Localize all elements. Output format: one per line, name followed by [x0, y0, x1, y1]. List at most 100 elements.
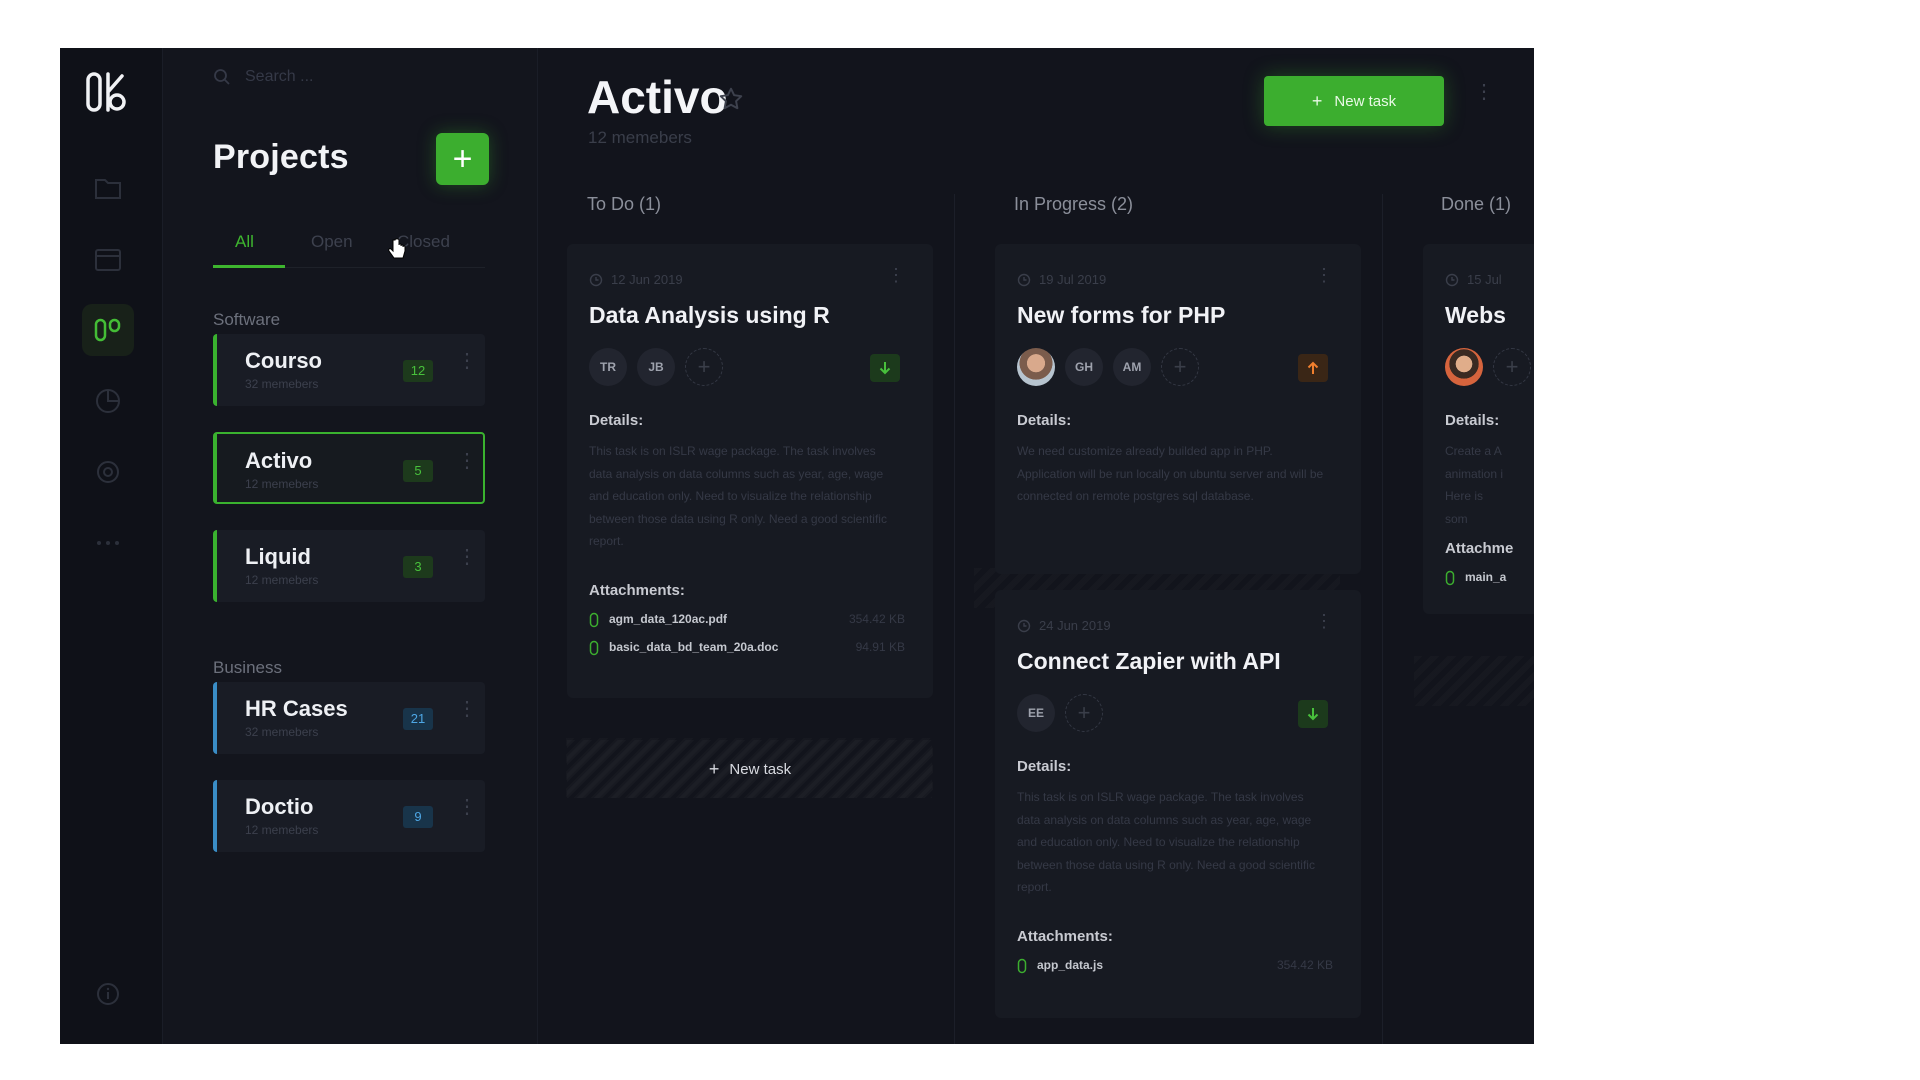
new-task-button[interactable]: + New task [1264, 76, 1444, 126]
task-assignees: TR JB + [589, 348, 723, 386]
attachment-item[interactable]: main_a [1445, 568, 1534, 588]
project-name: Courso [245, 348, 322, 373]
project-more-icon[interactable]: ⋮ [457, 699, 477, 732]
project-card-liquid[interactable]: Liquid 12 memebers 3 ⋮ [213, 530, 485, 602]
avatar[interactable]: TR [589, 348, 627, 386]
avatar[interactable]: GH [1065, 348, 1103, 386]
board-icon[interactable] [82, 304, 134, 356]
attachment-name: app_data.js [1037, 958, 1104, 972]
projects-title: Projects [213, 138, 349, 176]
details-label: Details: [589, 412, 644, 429]
tab-open[interactable]: Open [311, 232, 353, 252]
project-more-icon[interactable]: ⋮ [457, 351, 477, 384]
project-members: 12 memebers [245, 477, 319, 491]
info-icon[interactable] [82, 968, 134, 1020]
details-label: Details: [1445, 412, 1500, 429]
column-divider [1382, 194, 1383, 1044]
project-members: 32 memebers [245, 377, 319, 391]
task-title: Data Analysis using R [589, 302, 830, 328]
board-title: Activo [587, 71, 728, 123]
attachment-size: 94.91 KB [855, 640, 905, 654]
task-date: 12 Jun 2019 [589, 272, 683, 287]
task-card-data-analysis[interactable]: 12 Jun 2019 ⋮ Data Analysis using R TR J… [567, 244, 933, 698]
add-assignee-button[interactable]: + [685, 348, 723, 386]
hand-cursor-icon [388, 238, 406, 265]
search-input[interactable]: Search ... [245, 68, 313, 86]
plus-icon: + [1311, 90, 1323, 111]
plus-icon: + [708, 758, 720, 779]
task-card-new-forms-php[interactable]: 19 Jul 2019 ⋮ New forms for PHP GH AM + … [995, 244, 1361, 574]
board-subtitle: 12 memebers [588, 128, 692, 147]
task-more-icon[interactable]: ⋮ [1315, 266, 1333, 284]
task-date: 24 Jun 2019 [1017, 618, 1111, 633]
project-more-icon[interactable]: ⋮ [457, 797, 477, 830]
clock-icon [1017, 619, 1031, 632]
app-window: Search ... Projects + All Open Closed So… [60, 48, 1534, 1044]
paperclip-icon [589, 612, 599, 628]
add-assignee-button[interactable]: + [1493, 348, 1531, 386]
more-icon[interactable] [82, 517, 134, 569]
task-details: We need customize already builded app in… [1017, 444, 1324, 503]
logo-icon[interactable] [86, 70, 126, 114]
project-more-icon[interactable]: ⋮ [457, 547, 477, 580]
column-header-done: Done (1) [1441, 194, 1512, 214]
project-name: HR Cases [245, 696, 348, 721]
details-label: Details: [1017, 412, 1072, 429]
project-more-icon[interactable]: ⋮ [457, 451, 477, 484]
icon-rail [60, 48, 163, 1044]
details-label: Details: [1017, 758, 1072, 775]
attachment-item[interactable]: basic_data_bd_team_20a.doc 94.91 KB [589, 638, 905, 658]
new-task-label: New task [1334, 92, 1397, 110]
project-count-badge: 3 [403, 556, 433, 578]
folder-icon[interactable] [82, 162, 134, 214]
attachment-name: basic_data_bd_team_20a.doc [609, 640, 779, 654]
group-label-business: Business [213, 658, 282, 677]
arrow-down-icon[interactable] [870, 354, 900, 382]
avatar-photo[interactable] [1445, 348, 1483, 386]
task-card-connect-zapier[interactable]: 24 Jun 2019 ⋮ Connect Zapier with API EE… [995, 590, 1361, 1018]
project-card-hr-cases[interactable]: HR Cases 32 memebers 21 ⋮ [213, 682, 485, 754]
settings-icon[interactable] [82, 446, 134, 498]
paperclip-icon [1017, 958, 1027, 974]
drop-zone [1414, 656, 1534, 706]
task-title: New forms for PHP [1017, 302, 1226, 328]
project-tabs: All Open Closed [213, 228, 485, 268]
project-count-badge: 5 [403, 460, 433, 482]
column-new-task-button[interactable]: + New task [567, 740, 933, 798]
task-title: Webs [1445, 302, 1506, 328]
avatar[interactable]: EE [1017, 694, 1055, 732]
chart-icon[interactable] [82, 375, 134, 427]
attachment-item[interactable]: app_data.js 354.42 KB [1017, 956, 1333, 976]
task-details: This task is on ISLR wage package. The t… [1017, 790, 1315, 894]
attachment-name: main_a [1465, 570, 1507, 584]
arrow-up-icon[interactable] [1298, 354, 1328, 382]
tab-all[interactable]: All [235, 232, 254, 252]
board-more-icon[interactable]: ⋮ [1474, 82, 1494, 102]
attachment-name: agm_data_120ac.pdf [609, 612, 728, 626]
add-assignee-button[interactable]: + [1065, 694, 1103, 732]
task-date-text: 19 Jul 2019 [1039, 272, 1107, 287]
task-date-text: 12 Jun 2019 [611, 272, 683, 287]
avatar-photo[interactable] [1017, 348, 1055, 386]
task-more-icon[interactable]: ⋮ [1315, 612, 1333, 630]
avatar[interactable]: AM [1113, 348, 1151, 386]
attachment-item[interactable]: agm_data_120ac.pdf 354.42 KB [589, 610, 905, 630]
star-icon[interactable] [718, 86, 744, 117]
add-assignee-button[interactable]: + [1161, 348, 1199, 386]
project-members: 32 memebers [245, 725, 319, 739]
project-members: 12 memebers [245, 573, 319, 587]
avatar[interactable]: JB [637, 348, 675, 386]
project-card-courso[interactable]: Courso 32 memebers 12 ⋮ [213, 334, 485, 406]
project-card-doctio[interactable]: Doctio 12 memebers 9 ⋮ [213, 780, 485, 852]
task-date: 15 Jul [1445, 272, 1502, 287]
attachment-size: 354.42 KB [1276, 958, 1333, 972]
clock-icon [1445, 273, 1459, 286]
task-more-icon[interactable]: ⋮ [887, 266, 905, 284]
calendar-icon[interactable] [82, 233, 134, 285]
search-bar[interactable]: Search ... [213, 68, 313, 86]
column-header-todo: To Do (1) [587, 194, 662, 214]
add-project-button[interactable]: + [436, 133, 489, 185]
arrow-down-icon[interactable] [1298, 700, 1328, 728]
task-card-website[interactable]: 15 Jul Webs + Details: Create a A animat… [1423, 244, 1534, 614]
project-card-activo[interactable]: Activo 12 memebers 5 ⋮ [213, 432, 485, 504]
